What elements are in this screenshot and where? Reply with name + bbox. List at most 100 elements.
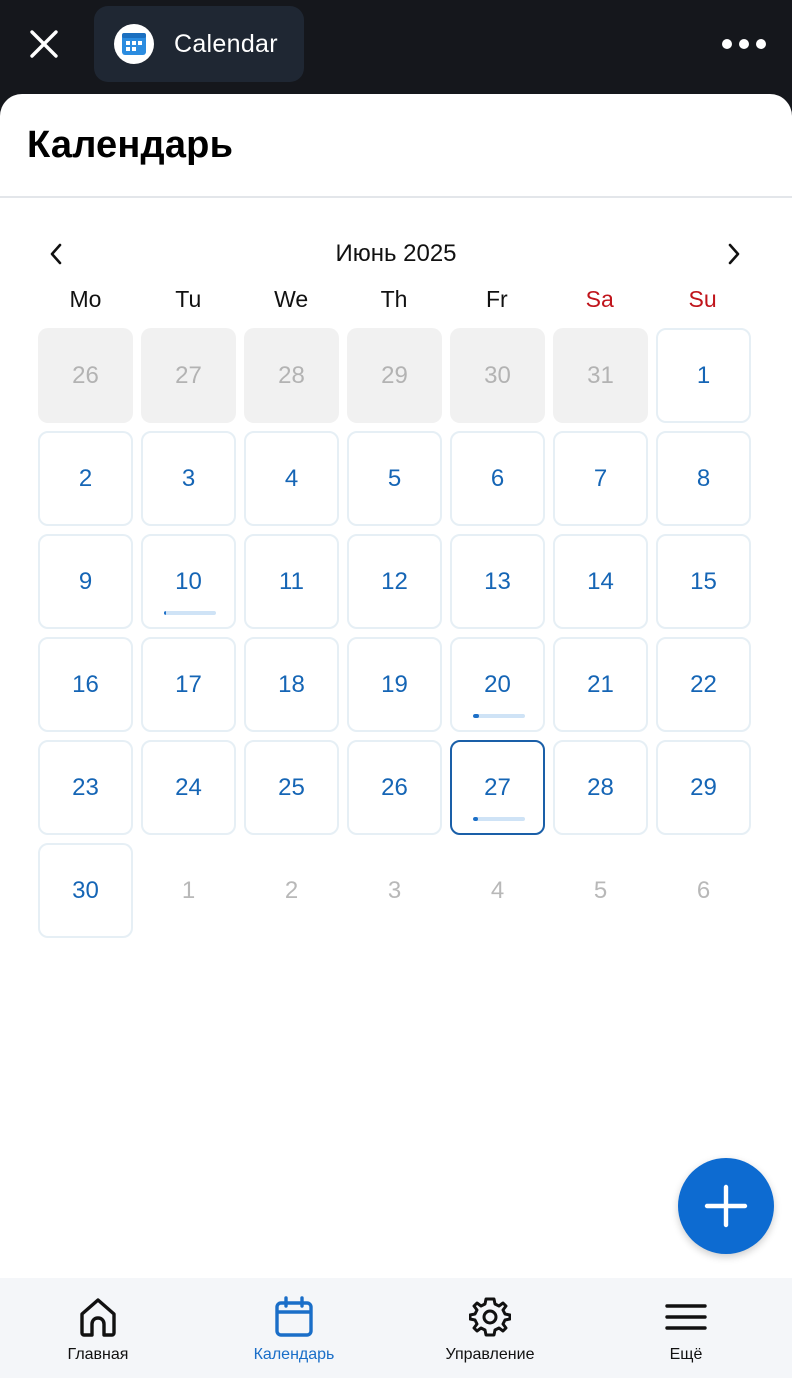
calendar-day[interactable]: 23: [38, 740, 133, 835]
day-number: 18: [278, 670, 305, 698]
calendar-day[interactable]: 19: [347, 637, 442, 732]
calendar-day-outside: 6: [656, 843, 751, 938]
weekday-label-weekend: Sa: [585, 286, 614, 312]
calendar-day[interactable]: 26: [347, 740, 442, 835]
day-number: 26: [381, 773, 408, 801]
more-horizontal-icon: [722, 39, 732, 49]
calendar-day-outside: 31: [553, 328, 648, 423]
calendar-day[interactable]: 8: [656, 431, 751, 526]
calendar-day-outside: 5: [553, 843, 648, 938]
day-number: 30: [484, 361, 511, 389]
calendar-day-outside: 1: [141, 843, 236, 938]
day-number: 27: [175, 361, 202, 389]
calendar-day[interactable]: 21: [553, 637, 648, 732]
event-progress-bar: [473, 714, 525, 718]
day-number: 17: [175, 670, 202, 698]
app-title: Calendar: [174, 29, 278, 58]
calendar-day[interactable]: 2: [38, 431, 133, 526]
event-progress-fill: [473, 817, 479, 821]
close-button[interactable]: [22, 22, 66, 66]
tab-home[interactable]: Главная: [0, 1278, 196, 1378]
calendar-day[interactable]: 15: [656, 534, 751, 629]
weekday-label: Tu: [175, 286, 202, 312]
top-bar: Calendar: [0, 0, 792, 96]
month-label: Июнь 2025: [335, 240, 457, 267]
calendar-day[interactable]: 11: [244, 534, 339, 629]
calendar-day[interactable]: 10: [141, 534, 236, 629]
calendar-day-today[interactable]: 27: [450, 740, 545, 835]
day-number: 4: [490, 876, 505, 904]
menu-icon: [665, 1304, 707, 1330]
day-number: 15: [690, 567, 717, 595]
main-sheet: Календарь Июнь 2025 Mo Tu We Th Fr Sa Su…: [0, 94, 792, 1378]
calendar-day[interactable]: 16: [38, 637, 133, 732]
tab-more[interactable]: Ещё: [588, 1278, 784, 1378]
calendar-day[interactable]: 25: [244, 740, 339, 835]
day-number: 2: [284, 876, 299, 904]
day-number: 23: [72, 773, 99, 801]
day-number: 28: [278, 361, 305, 389]
page-header: Календарь: [0, 94, 792, 198]
calendar-app-icon: [114, 24, 154, 64]
calendar-day[interactable]: 29: [656, 740, 751, 835]
calendar-day[interactable]: 9: [38, 534, 133, 629]
calendar-day[interactable]: 3: [141, 431, 236, 526]
event-progress-fill: [164, 611, 166, 615]
calendar-day[interactable]: 30: [38, 843, 133, 938]
more-options-button[interactable]: [722, 30, 766, 58]
month-navigation: Июнь 2025: [0, 232, 792, 276]
calendar-day[interactable]: 6: [450, 431, 545, 526]
day-number: 1: [181, 876, 196, 904]
bottom-navigation: Главная Календарь Управление Ещё: [0, 1278, 792, 1378]
day-number: 24: [175, 773, 202, 801]
close-icon: [30, 30, 58, 58]
calendar-day[interactable]: 20: [450, 637, 545, 732]
day-number: 19: [381, 670, 408, 698]
day-number: 12: [381, 567, 408, 595]
weekday-label: We: [274, 286, 309, 312]
calendar-day[interactable]: 14: [553, 534, 648, 629]
calendar-day-outside: 3: [347, 843, 442, 938]
calendar-day[interactable]: 17: [141, 637, 236, 732]
calendar-day-outside: 30: [450, 328, 545, 423]
day-number: 13: [484, 567, 511, 595]
event-progress-bar: [164, 611, 216, 615]
day-number: 29: [690, 773, 717, 801]
calendar-day[interactable]: 24: [141, 740, 236, 835]
day-number: 25: [278, 773, 305, 801]
day-number: 3: [181, 464, 196, 492]
next-month-button[interactable]: [716, 234, 752, 274]
day-number: 3: [387, 876, 402, 904]
calendar-day[interactable]: 22: [656, 637, 751, 732]
page-title: Календарь: [27, 123, 234, 166]
day-number: 26: [72, 361, 99, 389]
gear-icon: [469, 1297, 511, 1337]
add-event-button[interactable]: [678, 1158, 774, 1254]
event-progress-fill: [473, 714, 480, 718]
tab-calendar[interactable]: Календарь: [196, 1278, 392, 1378]
day-number: 21: [587, 670, 614, 698]
day-number: 31: [587, 361, 614, 389]
calendar-day[interactable]: 1: [656, 328, 751, 423]
calendar-day[interactable]: 12: [347, 534, 442, 629]
calendar-day[interactable]: 13: [450, 534, 545, 629]
calendar-day[interactable]: 5: [347, 431, 442, 526]
day-number: 14: [587, 567, 614, 595]
tab-settings[interactable]: Управление: [392, 1278, 588, 1378]
day-number: 9: [78, 567, 93, 595]
app-switcher[interactable]: Calendar: [94, 6, 304, 82]
day-number: 7: [593, 464, 608, 492]
calendar-day-outside: 27: [141, 328, 236, 423]
tab-label: Управление: [445, 1346, 535, 1363]
calendar-day[interactable]: 4: [244, 431, 339, 526]
day-number: 1: [696, 361, 711, 389]
calendar-day[interactable]: 18: [244, 637, 339, 732]
calendar-icon: [275, 1296, 313, 1337]
weekday-label: Fr: [485, 286, 508, 312]
calendar-day[interactable]: 7: [553, 431, 648, 526]
day-number: 5: [387, 464, 402, 492]
day-number: 4: [284, 464, 299, 492]
day-number: 10: [175, 567, 202, 595]
home-icon: [80, 1298, 116, 1337]
calendar-day[interactable]: 28: [553, 740, 648, 835]
